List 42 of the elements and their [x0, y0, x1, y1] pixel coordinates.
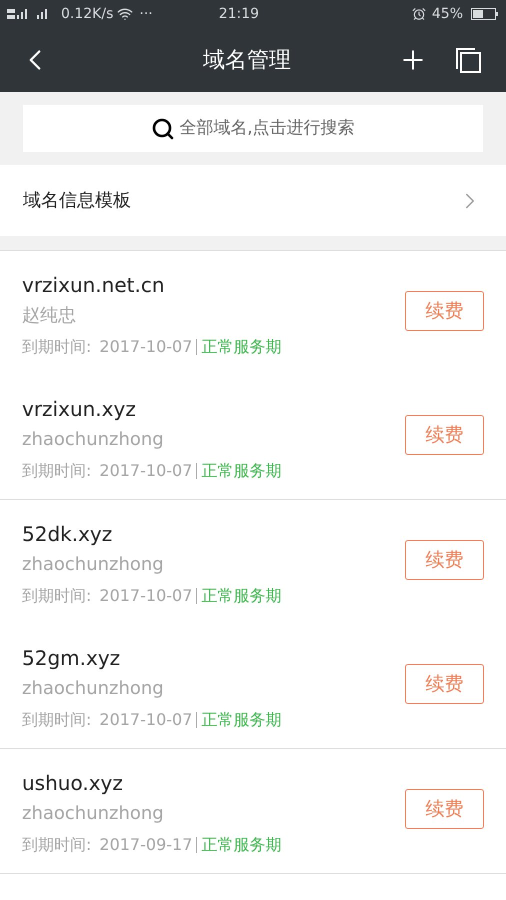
more-indicator: ···: [139, 4, 153, 24]
search-field[interactable]: 全部域名,点击进行搜索: [23, 105, 483, 152]
expiry-date: 2017-10-07: [99, 709, 192, 731]
renew-button[interactable]: 续费: [405, 789, 484, 829]
renew-button[interactable]: 续费: [405, 540, 484, 580]
owner-name: zhaochunzhong: [22, 677, 165, 701]
renew-button[interactable]: 续费: [405, 291, 484, 331]
domain-name: 52gm.xyz: [22, 645, 122, 672]
domain-name: vrzixun.net.cn: [22, 272, 166, 299]
battery-percent: 45%: [432, 4, 463, 24]
service-status: 正常服务期: [201, 336, 282, 358]
service-status: 正常服务期: [201, 834, 282, 856]
expiry-date: 2017-09-17: [99, 834, 192, 856]
domain-name: ushuo.xyz: [22, 770, 124, 797]
expiry-label: 到期时间:: [22, 585, 92, 607]
page-title: 域名管理: [203, 46, 291, 74]
search-icon: [151, 116, 176, 140]
battery-icon: [471, 8, 499, 20]
expiry-label: 到期时间:: [22, 460, 92, 482]
owner-name: 赵纯忠: [22, 304, 77, 328]
owner-name: zhaochunzhong: [22, 802, 165, 826]
expiry-date: 2017-10-07: [99, 460, 192, 482]
expiry-label: 到期时间:: [22, 834, 92, 856]
search-placeholder: 全部域名,点击进行搜索: [179, 116, 355, 140]
network-speed: 0.12K/s: [61, 4, 114, 24]
expiry-label: 到期时间:: [22, 709, 92, 731]
renew-button[interactable]: 续费: [405, 664, 484, 704]
service-status: 正常服务期: [201, 460, 282, 482]
domain-name: vrzixun.xyz: [22, 396, 137, 423]
alarm-icon: [412, 7, 426, 21]
domain-name: 52dk.xyz: [22, 521, 114, 548]
clock-time: 21:19: [218, 4, 260, 24]
expiry-date: 2017-10-07: [99, 585, 192, 607]
copy-icon[interactable]: [454, 46, 482, 74]
expiry-date: 2017-10-07: [99, 336, 192, 358]
service-status: 正常服务期: [201, 585, 282, 607]
owner-name: zhaochunzhong: [22, 553, 165, 577]
service-status: 正常服务期: [201, 709, 282, 731]
renew-button[interactable]: 续费: [405, 415, 484, 455]
wifi-icon: [117, 6, 134, 22]
expiry-label: 到期时间:: [22, 336, 92, 358]
owner-name: zhaochunzhong: [22, 428, 165, 452]
